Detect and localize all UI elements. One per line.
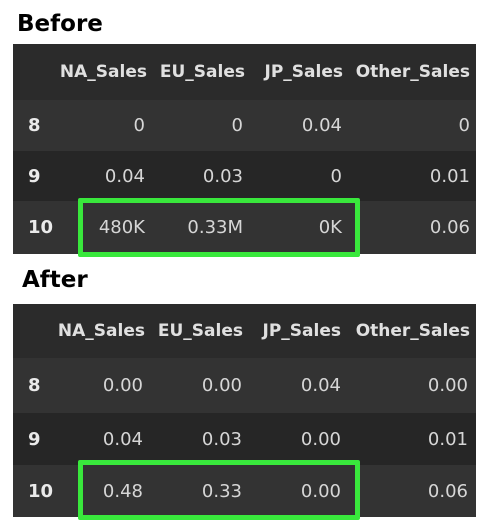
after-col-other-sales: Other_Sales <box>355 321 470 341</box>
before-col-other-sales: Other_Sales <box>355 62 470 82</box>
cell-jp-sales: 0.04 <box>300 375 341 396</box>
cell-na-sales: 0.00 <box>102 375 143 396</box>
after-header-row: NA_Sales EU_Sales JP_Sales Other_Sales <box>13 304 476 358</box>
cell-na-sales: 0.04 <box>102 428 143 450</box>
after-col-na-sales: NA_Sales <box>57 321 145 341</box>
before-header-row: NA_Sales EU_Sales JP_Sales Other_Sales <box>13 44 476 100</box>
cell-eu-sales: 0 <box>231 115 243 136</box>
row-index: 8 <box>28 375 41 396</box>
cell-jp-sales: 0.00 <box>300 428 341 450</box>
cell-other-sales: 0.01 <box>427 428 468 450</box>
after-col-eu-sales: EU_Sales <box>157 321 243 341</box>
row-index: 10 <box>28 217 54 238</box>
cell-other-sales: 0.06 <box>429 217 470 238</box>
cell-jp-sales: 0 <box>330 165 342 187</box>
row-index: 8 <box>28 115 41 136</box>
cell-other-sales: 0.06 <box>427 480 468 502</box>
table-row: 9 0.04 0.03 0.00 0.01 <box>13 413 476 465</box>
after-heading: After <box>22 267 88 293</box>
cell-other-sales: 0 <box>458 115 470 136</box>
table-row: 9 0.04 0.03 0 0.01 <box>13 151 476 201</box>
table-row: 8 0.00 0.00 0.04 0.00 <box>13 358 476 413</box>
after-col-jp-sales: JP_Sales <box>262 321 341 341</box>
cell-other-sales: 0.01 <box>429 165 470 187</box>
before-highlight-box <box>78 198 360 257</box>
before-col-eu-sales: EU_Sales <box>159 62 245 82</box>
cell-eu-sales: 0.03 <box>202 165 243 187</box>
row-index: 9 <box>28 428 41 450</box>
table-row: 8 0 0 0.04 0 <box>13 100 476 151</box>
before-col-na-sales: NA_Sales <box>59 62 147 82</box>
row-index: 10 <box>28 480 54 502</box>
before-col-jp-sales: JP_Sales <box>264 62 343 82</box>
cell-eu-sales: 0.03 <box>201 428 242 450</box>
cell-na-sales: 0.04 <box>104 165 145 187</box>
before-heading: Before <box>17 11 103 37</box>
cell-other-sales: 0.00 <box>427 375 468 396</box>
cell-jp-sales: 0.04 <box>301 115 342 136</box>
after-highlight-box <box>78 460 360 520</box>
cell-eu-sales: 0.00 <box>201 375 242 396</box>
row-index: 9 <box>28 165 41 187</box>
cell-na-sales: 0 <box>133 115 145 136</box>
